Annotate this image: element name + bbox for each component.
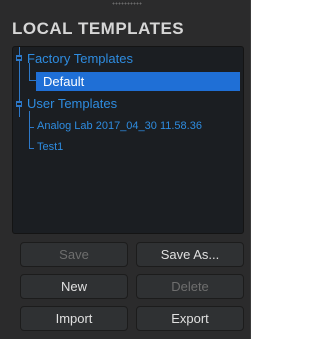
tree-line xyxy=(29,127,34,128)
tree-item-factory-templates[interactable]: Factory Templates xyxy=(27,51,133,66)
new-button[interactable]: New xyxy=(20,274,128,299)
panel-title: LOCAL TEMPLATES xyxy=(12,19,185,38)
delete-button[interactable]: Delete xyxy=(136,274,244,299)
import-button[interactable]: Import xyxy=(20,306,128,331)
export-button[interactable]: Export xyxy=(136,306,244,331)
tree-line xyxy=(29,80,36,81)
tree-item-user-templates[interactable]: User Templates xyxy=(27,96,117,111)
folder-node-icon[interactable] xyxy=(16,101,22,107)
drag-handle[interactable] xyxy=(112,2,142,5)
tree-item-analog-lab-template[interactable]: Analog Lab 2017_04_30 11.58.36 xyxy=(37,120,202,132)
save-button[interactable]: Save xyxy=(20,242,128,267)
templates-tree[interactable]: Factory Templates Default User Templates… xyxy=(12,46,244,234)
tree-line xyxy=(29,148,34,149)
tree-item-label: Default xyxy=(43,74,85,89)
tree-item-default[interactable]: Default xyxy=(36,72,240,91)
local-templates-panel: LOCAL TEMPLATES Factory Templates Defaul… xyxy=(0,0,251,339)
tree-item-test1[interactable]: Test1 xyxy=(37,141,63,153)
save-as-button[interactable]: Save As... xyxy=(136,242,244,267)
folder-node-icon[interactable] xyxy=(16,55,22,61)
tree-line xyxy=(29,111,30,149)
